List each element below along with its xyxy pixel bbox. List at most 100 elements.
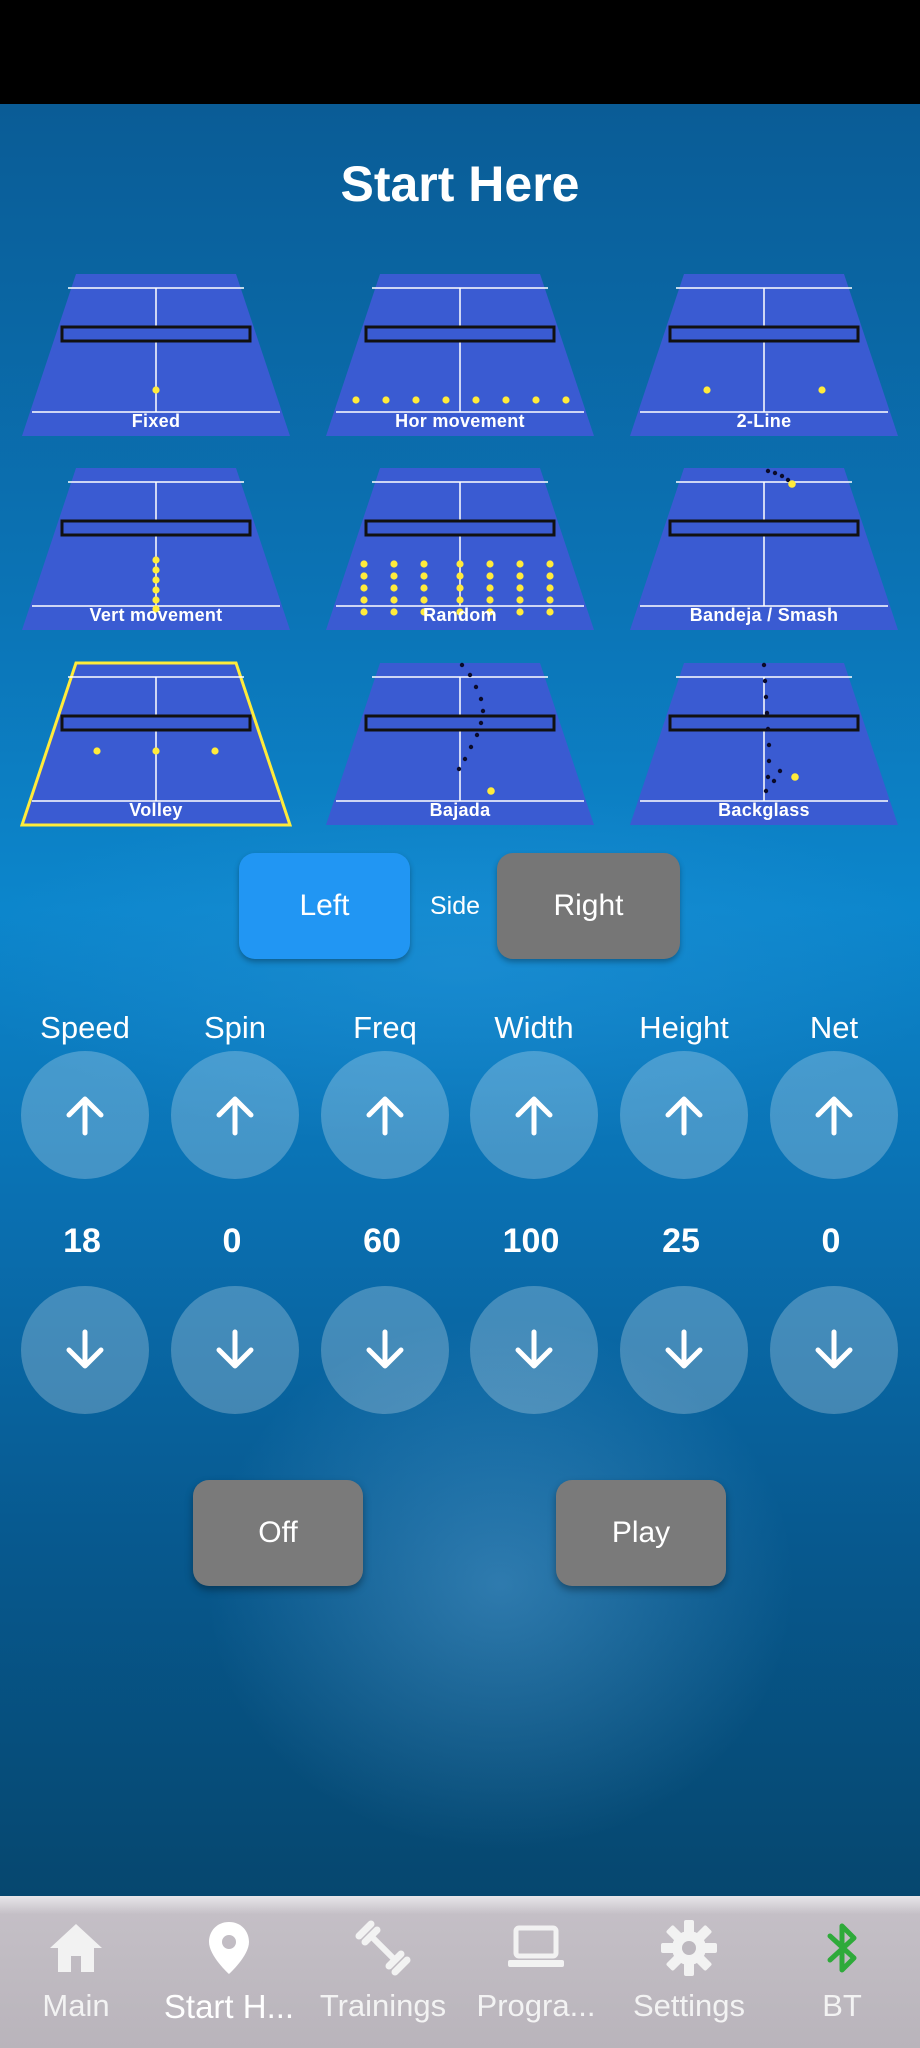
ball-marker: [152, 556, 160, 564]
ball-marker: [152, 596, 160, 604]
ball-marker: [516, 560, 524, 568]
freq-label: Freq: [353, 1010, 417, 1045]
ball-marker: [486, 596, 494, 604]
freq-increase-button[interactable]: [321, 1051, 449, 1179]
bluetooth-icon: [827, 1923, 857, 1973]
ball-marker: [788, 480, 796, 488]
net: [60, 325, 252, 343]
ball-marker: [502, 396, 510, 404]
ball-marker: [360, 596, 368, 604]
play-button[interactable]: Play: [556, 1480, 726, 1586]
nav-label: Start H...: [163, 1988, 295, 2025]
ball-marker: [211, 747, 219, 755]
ball-marker: [791, 773, 799, 781]
ball-marker: [532, 396, 540, 404]
right-side-button[interactable]: Right: [497, 853, 680, 959]
location-pin-icon: [209, 1922, 249, 1974]
trajectory-dot: [459, 662, 465, 668]
ball-marker: [442, 396, 450, 404]
trajectory-dot: [473, 684, 479, 690]
spin-increase-button[interactable]: [171, 1051, 299, 1179]
trajectory-dot: [474, 732, 480, 738]
ball-marker: [703, 386, 711, 394]
trajectory-dot: [763, 788, 769, 794]
ball-marker: [516, 596, 524, 604]
width-decrease-button[interactable]: [470, 1286, 598, 1414]
nav-item-progra[interactable]: Progra...: [461, 1896, 611, 2048]
drill-bajada[interactable]: Bajada: [324, 661, 596, 827]
trajectory-dot: [777, 768, 783, 774]
ball-marker: [152, 576, 160, 584]
nav-item-main[interactable]: Main: [1, 1896, 151, 2048]
trajectory-dot: [765, 774, 771, 780]
page-title: Start Here: [340, 156, 580, 212]
drill-fixed[interactable]: Fixed: [20, 272, 292, 438]
speed-increase-button[interactable]: [21, 1051, 149, 1179]
speed-decrease-button[interactable]: [21, 1286, 149, 1414]
height-decrease-button[interactable]: [620, 1286, 748, 1414]
spin-value: 0: [222, 1222, 242, 1260]
nav-item-bt[interactable]: BT: [767, 1896, 917, 2048]
ball-marker: [93, 747, 101, 755]
left-side-button[interactable]: Left: [239, 853, 410, 959]
net: [668, 325, 860, 343]
width-increase-button[interactable]: [470, 1051, 598, 1179]
ball-marker: [152, 586, 160, 594]
height-increase-button[interactable]: [620, 1051, 748, 1179]
spin-label: Spin: [203, 1010, 267, 1045]
drill-label: Volley: [129, 800, 183, 820]
nav-item-settings[interactable]: Settings: [614, 1896, 764, 2048]
width-value: 100: [502, 1222, 560, 1260]
freq-decrease-button[interactable]: [321, 1286, 449, 1414]
arrow-up-icon: [515, 1096, 553, 1136]
trajectory-dot: [765, 468, 771, 474]
nav-label: Progra...: [476, 1988, 596, 2023]
drill-label: Bajada: [429, 800, 491, 820]
ball-marker: [390, 572, 398, 580]
trajectory-dot: [766, 742, 772, 748]
arrow-down-icon: [815, 1329, 853, 1369]
ball-marker: [420, 560, 428, 568]
arrow-up-icon: [665, 1096, 703, 1136]
nav-item-start-h[interactable]: Start H...: [154, 1896, 304, 2048]
net-label: Net: [809, 1010, 859, 1045]
ball-marker: [152, 566, 160, 574]
net-increase-button[interactable]: [770, 1051, 898, 1179]
dumbbell-icon: [355, 1920, 411, 1976]
drill-random[interactable]: Random: [324, 466, 596, 632]
ball-marker: [360, 572, 368, 580]
drill-volley[interactable]: Volley: [20, 661, 292, 827]
off-button[interactable]: Off: [193, 1480, 363, 1586]
net-decrease-button[interactable]: [770, 1286, 898, 1414]
drill-backglass[interactable]: Backglass: [628, 661, 900, 827]
drill-vert-movement[interactable]: Vert movement: [20, 466, 292, 632]
arrow-down-icon: [216, 1329, 254, 1369]
ball-marker: [546, 584, 554, 592]
drill-hor-movement[interactable]: Hor movement: [324, 272, 596, 438]
trajectory-dot: [764, 710, 770, 716]
height-value: 25: [662, 1222, 700, 1260]
arrow-up-icon: [66, 1096, 104, 1136]
ball-marker: [516, 584, 524, 592]
drill-bandeja-smash[interactable]: Bandeja / Smash: [628, 466, 900, 632]
spin-decrease-button[interactable]: [171, 1286, 299, 1414]
ball-marker: [420, 584, 428, 592]
nav-item-trainings[interactable]: Trainings: [308, 1896, 458, 2048]
arrow-up-icon: [815, 1096, 853, 1136]
drill-2-line[interactable]: 2-Line: [628, 272, 900, 438]
gear-icon: [661, 1920, 717, 1976]
drill-label: Random: [423, 605, 497, 625]
trajectory-dot: [468, 744, 474, 750]
trajectory-dot: [766, 758, 772, 764]
net: [364, 519, 556, 537]
status-bar: [0, 0, 920, 104]
arrow-up-icon: [216, 1096, 254, 1136]
net: [668, 714, 860, 732]
net: [60, 519, 252, 537]
net: [364, 325, 556, 343]
speed-label: Speed: [40, 1010, 130, 1045]
ball-marker: [420, 596, 428, 604]
ball-marker: [152, 747, 160, 755]
drill-label: 2-Line: [736, 411, 792, 431]
drill-label: Fixed: [131, 411, 181, 431]
